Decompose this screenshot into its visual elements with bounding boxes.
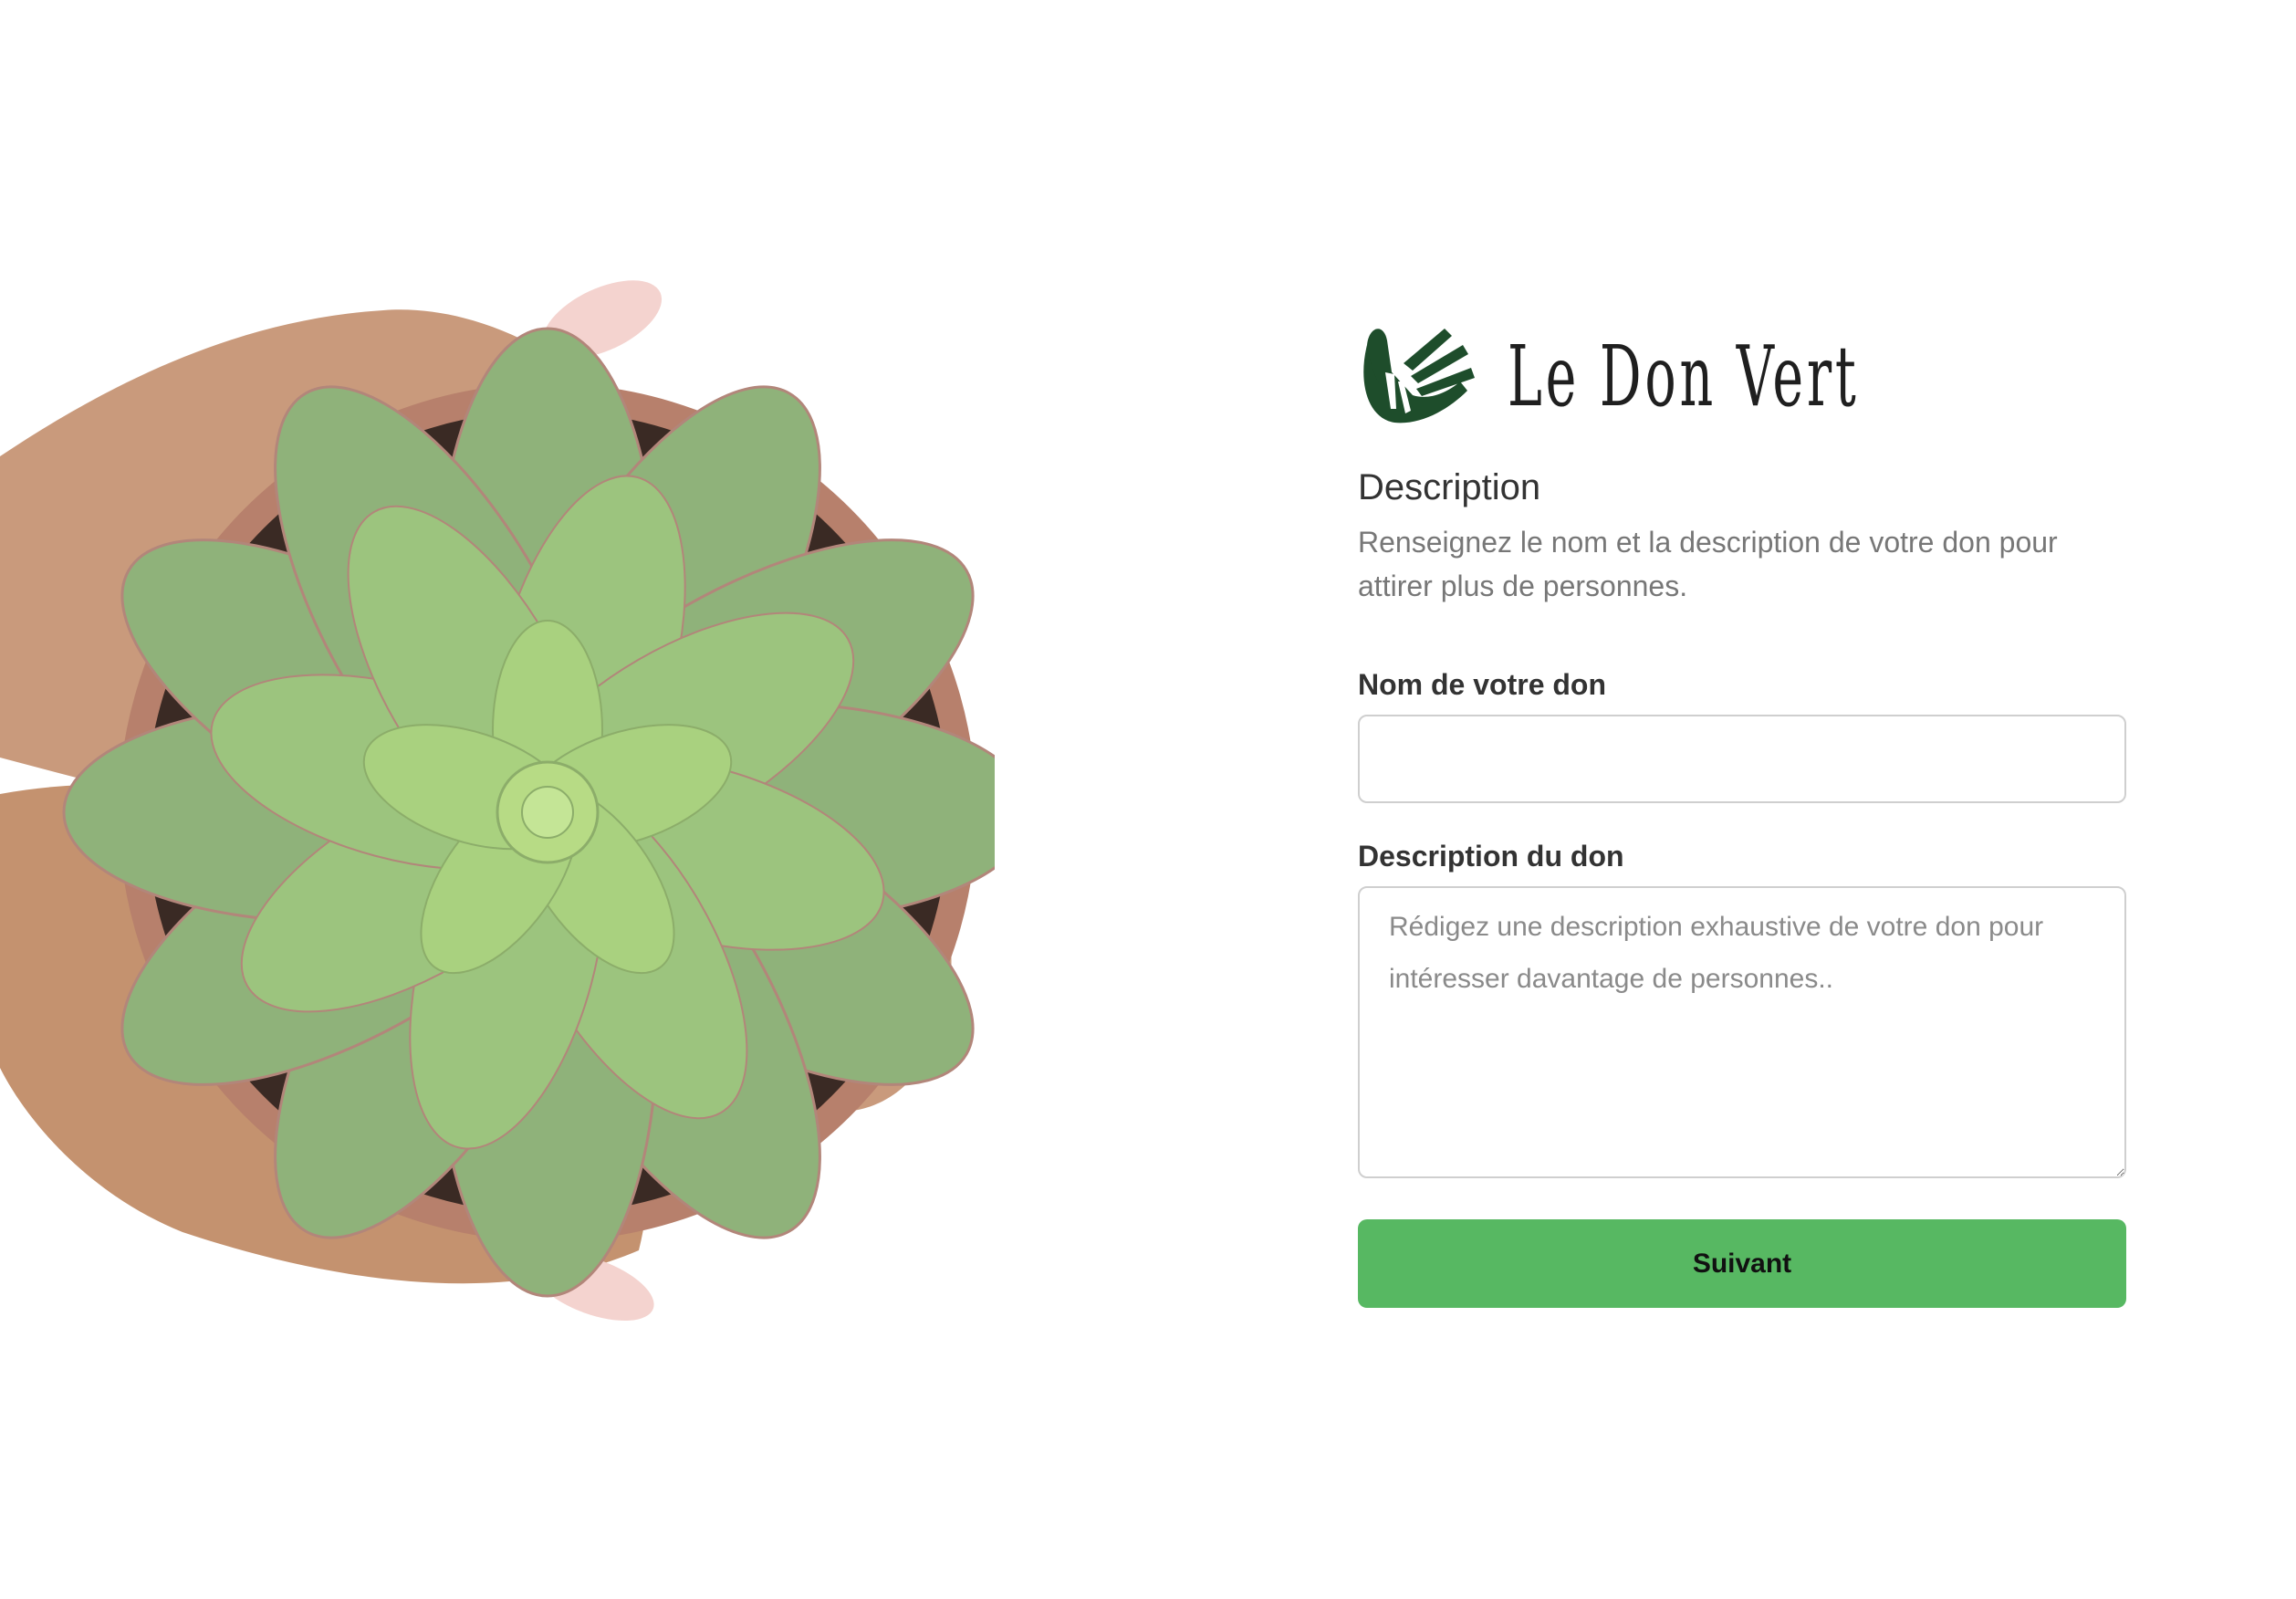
donation-name-label: Nom de votre don — [1358, 668, 1607, 701]
brand-name: Le Don Vert — [1508, 327, 1860, 425]
section-description: Renseignez le nom et la description de v… — [1358, 526, 2058, 602]
section-title: Description — [1358, 467, 1541, 507]
donation-name-input[interactable] — [1358, 715, 2126, 803]
succulent-illustration — [0, 246, 995, 1360]
donation-description-label: Description du don — [1358, 840, 1624, 873]
page: Le Don Vert Description Renseignez le no… — [0, 0, 2296, 1599]
next-button[interactable]: Suivant — [1358, 1219, 2126, 1308]
hands-leaf-icon — [1358, 318, 1477, 427]
brand-header: Le Don Vert — [1358, 315, 2126, 429]
donation-form-panel: Le Don Vert Description Renseignez le no… — [1358, 315, 2126, 1308]
donation-description-textarea[interactable] — [1358, 886, 2126, 1178]
